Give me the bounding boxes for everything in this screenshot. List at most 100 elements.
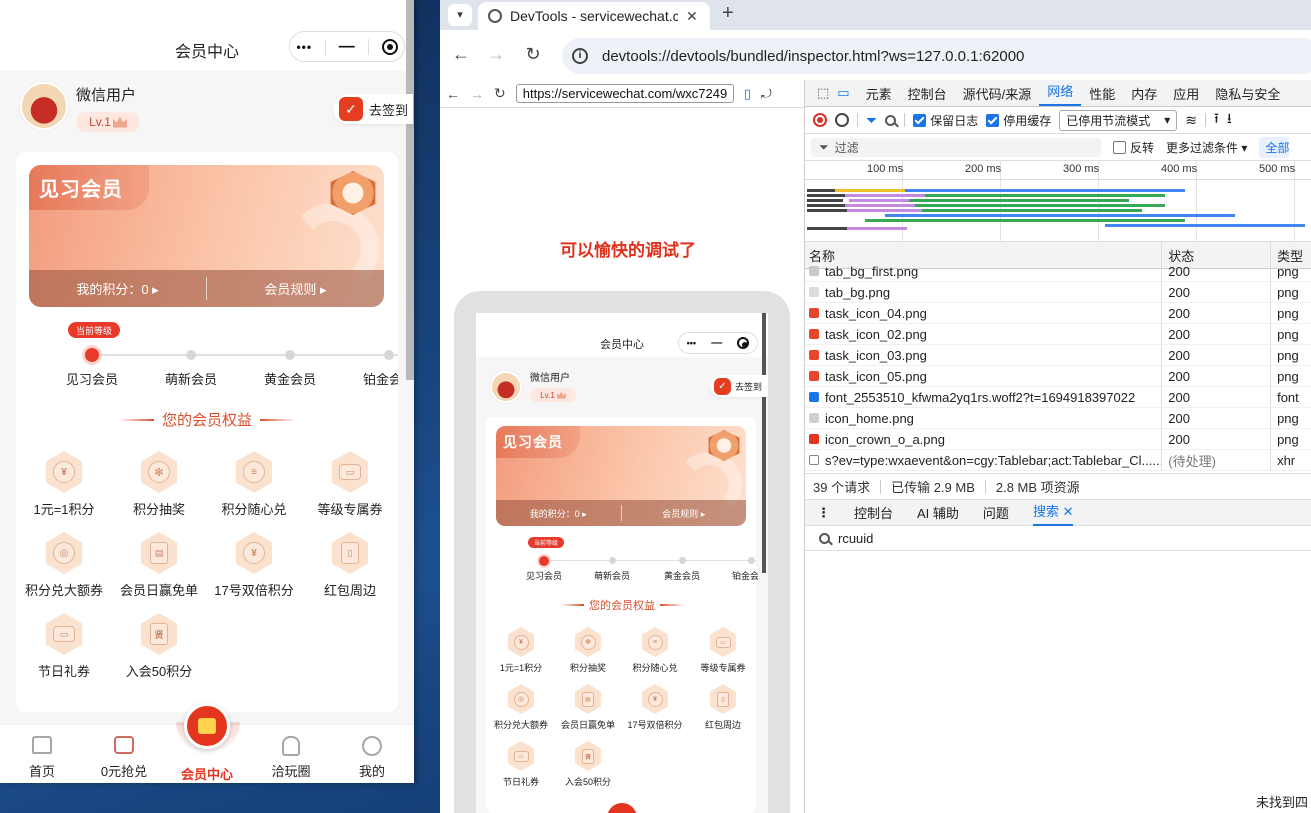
table-row[interactable]: tab_bg_first.png 200 png (805, 261, 1311, 282)
tab-sources[interactable]: 源代码/来源 (955, 84, 1040, 103)
benefit-item[interactable]: ▯ 红包周边 (308, 532, 392, 599)
level-label[interactable]: 铂金会 (363, 369, 398, 388)
sim-level-label[interactable]: 黄金会员 (654, 569, 710, 582)
benefit-item[interactable]: ✻ 积分抽奖 (117, 451, 201, 518)
sim-signin-button[interactable]: ✓ 去签到 (710, 375, 768, 397)
info-icon[interactable]: i (572, 48, 588, 64)
level-label[interactable]: 黄金会员 (254, 369, 326, 388)
filter-icon[interactable]: ⏷ (866, 112, 877, 129)
tab-performance[interactable]: 性能 (1081, 84, 1123, 103)
filter-input[interactable]: ⏷ 过滤 (811, 137, 1101, 157)
tab-list-chevron-icon[interactable]: ▾ (448, 4, 472, 26)
my-points-link[interactable]: 我的积分：0 ▸ (29, 279, 206, 298)
close-target-icon[interactable] (381, 38, 398, 55)
rotate-icon[interactable]: ⤾ (761, 86, 772, 102)
tab-member-center[interactable]: 会员中心 (175, 764, 239, 783)
tab-application[interactable]: 应用 (1165, 84, 1207, 103)
scrollbar[interactable] (406, 0, 414, 380)
sim-benefit-item[interactable]: ▯ 红包周边 (692, 684, 754, 731)
drawer-tab-console[interactable]: 控制台 (854, 503, 893, 522)
drawer-tab-ai[interactable]: AI 辅助 (917, 503, 959, 522)
tab-free-grab[interactable]: 0元抢兑 (95, 736, 153, 780)
table-row[interactable]: task_icon_02.png 200 png (805, 324, 1311, 345)
close-tab-icon[interactable]: ✕ (686, 8, 698, 25)
device-toolbar-icon[interactable]: ▭ (833, 85, 857, 101)
device-icon[interactable]: ▯ (744, 86, 751, 102)
table-row[interactable]: font_2553510_kfwma2yq1rs.woff2?t=1694918… (805, 387, 1311, 408)
inner-back-icon[interactable]: ← (446, 86, 460, 102)
sim-more-button[interactable]: ••• (687, 338, 696, 348)
member-rules-link[interactable]: 会员规则 ▸ (207, 279, 384, 298)
tab-privacy[interactable]: 隐私与安全 (1207, 84, 1288, 103)
sim-level-label[interactable]: 萌新会员 (584, 569, 640, 582)
benefit-item[interactable]: ◎ 积分兑大额券 (22, 532, 106, 599)
benefit-item[interactable]: ▤ 会员日赢免单 (117, 532, 201, 599)
sim-level-label[interactable]: 铂金会 (732, 569, 758, 582)
table-row[interactable]: task_icon_04.png 200 png (805, 303, 1311, 324)
benefit-item[interactable]: ≡ 积分随心兑 (212, 451, 296, 518)
table-row[interactable]: task_icon_05.png 200 png (805, 366, 1311, 387)
sim-benefit-item[interactable]: ▤ 会员日赢免单 (557, 684, 619, 731)
forward-icon[interactable]: → (485, 44, 507, 65)
clear-icon[interactable] (835, 113, 849, 127)
back-icon[interactable]: ← (450, 44, 472, 65)
reload-icon[interactable]: ↻ (522, 44, 544, 65)
sim-scrollbar[interactable] (762, 313, 766, 573)
tab-home[interactable]: 首页 (14, 736, 70, 780)
minimize-button[interactable]: — (339, 38, 355, 55)
browser-tab[interactable]: DevTools - servicewechat.com ✕ (478, 2, 710, 30)
sim-benefit-item[interactable]: ¥1元=1积分 (490, 627, 552, 674)
search-input[interactable]: rcuuid (805, 526, 1311, 551)
close-icon[interactable]: ✕ (1063, 504, 1074, 519)
sim-benefit-item[interactable]: ≡ 积分随心兑 (624, 627, 686, 674)
avatar[interactable] (20, 82, 68, 130)
table-row[interactable]: icon_crown_o_a.png 200 png (805, 429, 1311, 450)
sim-level-label[interactable]: 见习会员 (516, 569, 572, 582)
sim-close-icon[interactable] (737, 337, 750, 349)
network-timeline[interactable]: 100 ms 200 ms 300 ms 400 ms 500 ms (805, 161, 1311, 242)
tab-elements[interactable]: 元素 (858, 84, 900, 103)
throttle-select[interactable]: 已停用节流模式 ▾ (1059, 109, 1178, 131)
sim-benefit-item[interactable]: ▭ 等级专属券 (692, 627, 754, 674)
sim-benefit-item[interactable]: ▭ 节日礼券 (490, 741, 552, 788)
benefit-item[interactable]: ▭ 节日礼券 (22, 613, 106, 680)
wifi-icon[interactable]: ≋ (1185, 112, 1197, 129)
sim-benefit-item[interactable]: 贤入会50积分 (557, 741, 619, 788)
inner-url[interactable]: https://servicewechat.com/wxc7249 (515, 84, 734, 103)
tab-member-center-button[interactable] (184, 703, 230, 749)
benefit-item[interactable]: 贤入会50积分 (117, 613, 201, 680)
search-icon[interactable] (885, 114, 897, 126)
upload-icon[interactable]: ⭱ (1214, 108, 1219, 132)
invert-checkbox[interactable]: 反转 (1113, 139, 1154, 156)
level-label[interactable]: 萌新会员 (155, 369, 227, 388)
tab-play-circle[interactable]: 洽玩圈 (262, 736, 320, 780)
sim-benefit-item[interactable]: ✻ 积分抽奖 (557, 627, 619, 674)
download-icon[interactable]: ⭳ (1227, 108, 1232, 132)
level-label[interactable]: 见习会员 (56, 369, 128, 388)
table-row[interactable]: icon_home.png 200 png (805, 408, 1311, 429)
sim-minimize-button[interactable]: — (711, 337, 722, 349)
sim-points-link[interactable]: 我的积分：0 ▸ (496, 507, 621, 520)
table-row[interactable]: s?ev=type:wxaevent&on=cgy:Tablebar;act:T… (805, 450, 1311, 471)
address-bar[interactable]: i devtools://devtools/bundled/inspector.… (562, 38, 1311, 74)
tab-console[interactable]: 控制台 (900, 84, 955, 103)
disable-cache-checkbox[interactable]: 停用缓存 (986, 112, 1051, 129)
more-button[interactable]: ••• (296, 41, 312, 53)
benefit-item[interactable]: ▭ 等级专属券 (308, 451, 392, 518)
tab-mine[interactable]: 我的 (343, 736, 401, 780)
table-row[interactable]: task_icon_03.png 200 png (805, 345, 1311, 366)
drawer-menu-icon[interactable]: ⋮ (817, 505, 830, 521)
record-icon[interactable] (813, 113, 827, 127)
more-filters-button[interactable]: 更多过滤条件 ▾ (1166, 139, 1247, 156)
signin-button[interactable]: ✓ 去签到 (333, 94, 413, 124)
filter-all-chip[interactable]: 全部 (1259, 136, 1290, 158)
benefit-item[interactable]: ¥1元=1积分 (22, 451, 106, 518)
table-row[interactable]: tab_bg.png 200 png (805, 282, 1311, 303)
sim-rules-link[interactable]: 会员规则 ▸ (622, 507, 747, 520)
inspect-icon[interactable]: ⬚ (813, 85, 833, 101)
sim-benefit-item[interactable]: ◎ 积分兑大额券 (490, 684, 552, 731)
drawer-tab-search[interactable]: 搜索 ✕ (1032, 500, 1074, 526)
preserve-log-checkbox[interactable]: 保留日志 (913, 112, 978, 129)
benefit-item[interactable]: ¥17号双倍积分 (212, 532, 296, 599)
tab-network[interactable]: 网络 (1039, 80, 1082, 106)
